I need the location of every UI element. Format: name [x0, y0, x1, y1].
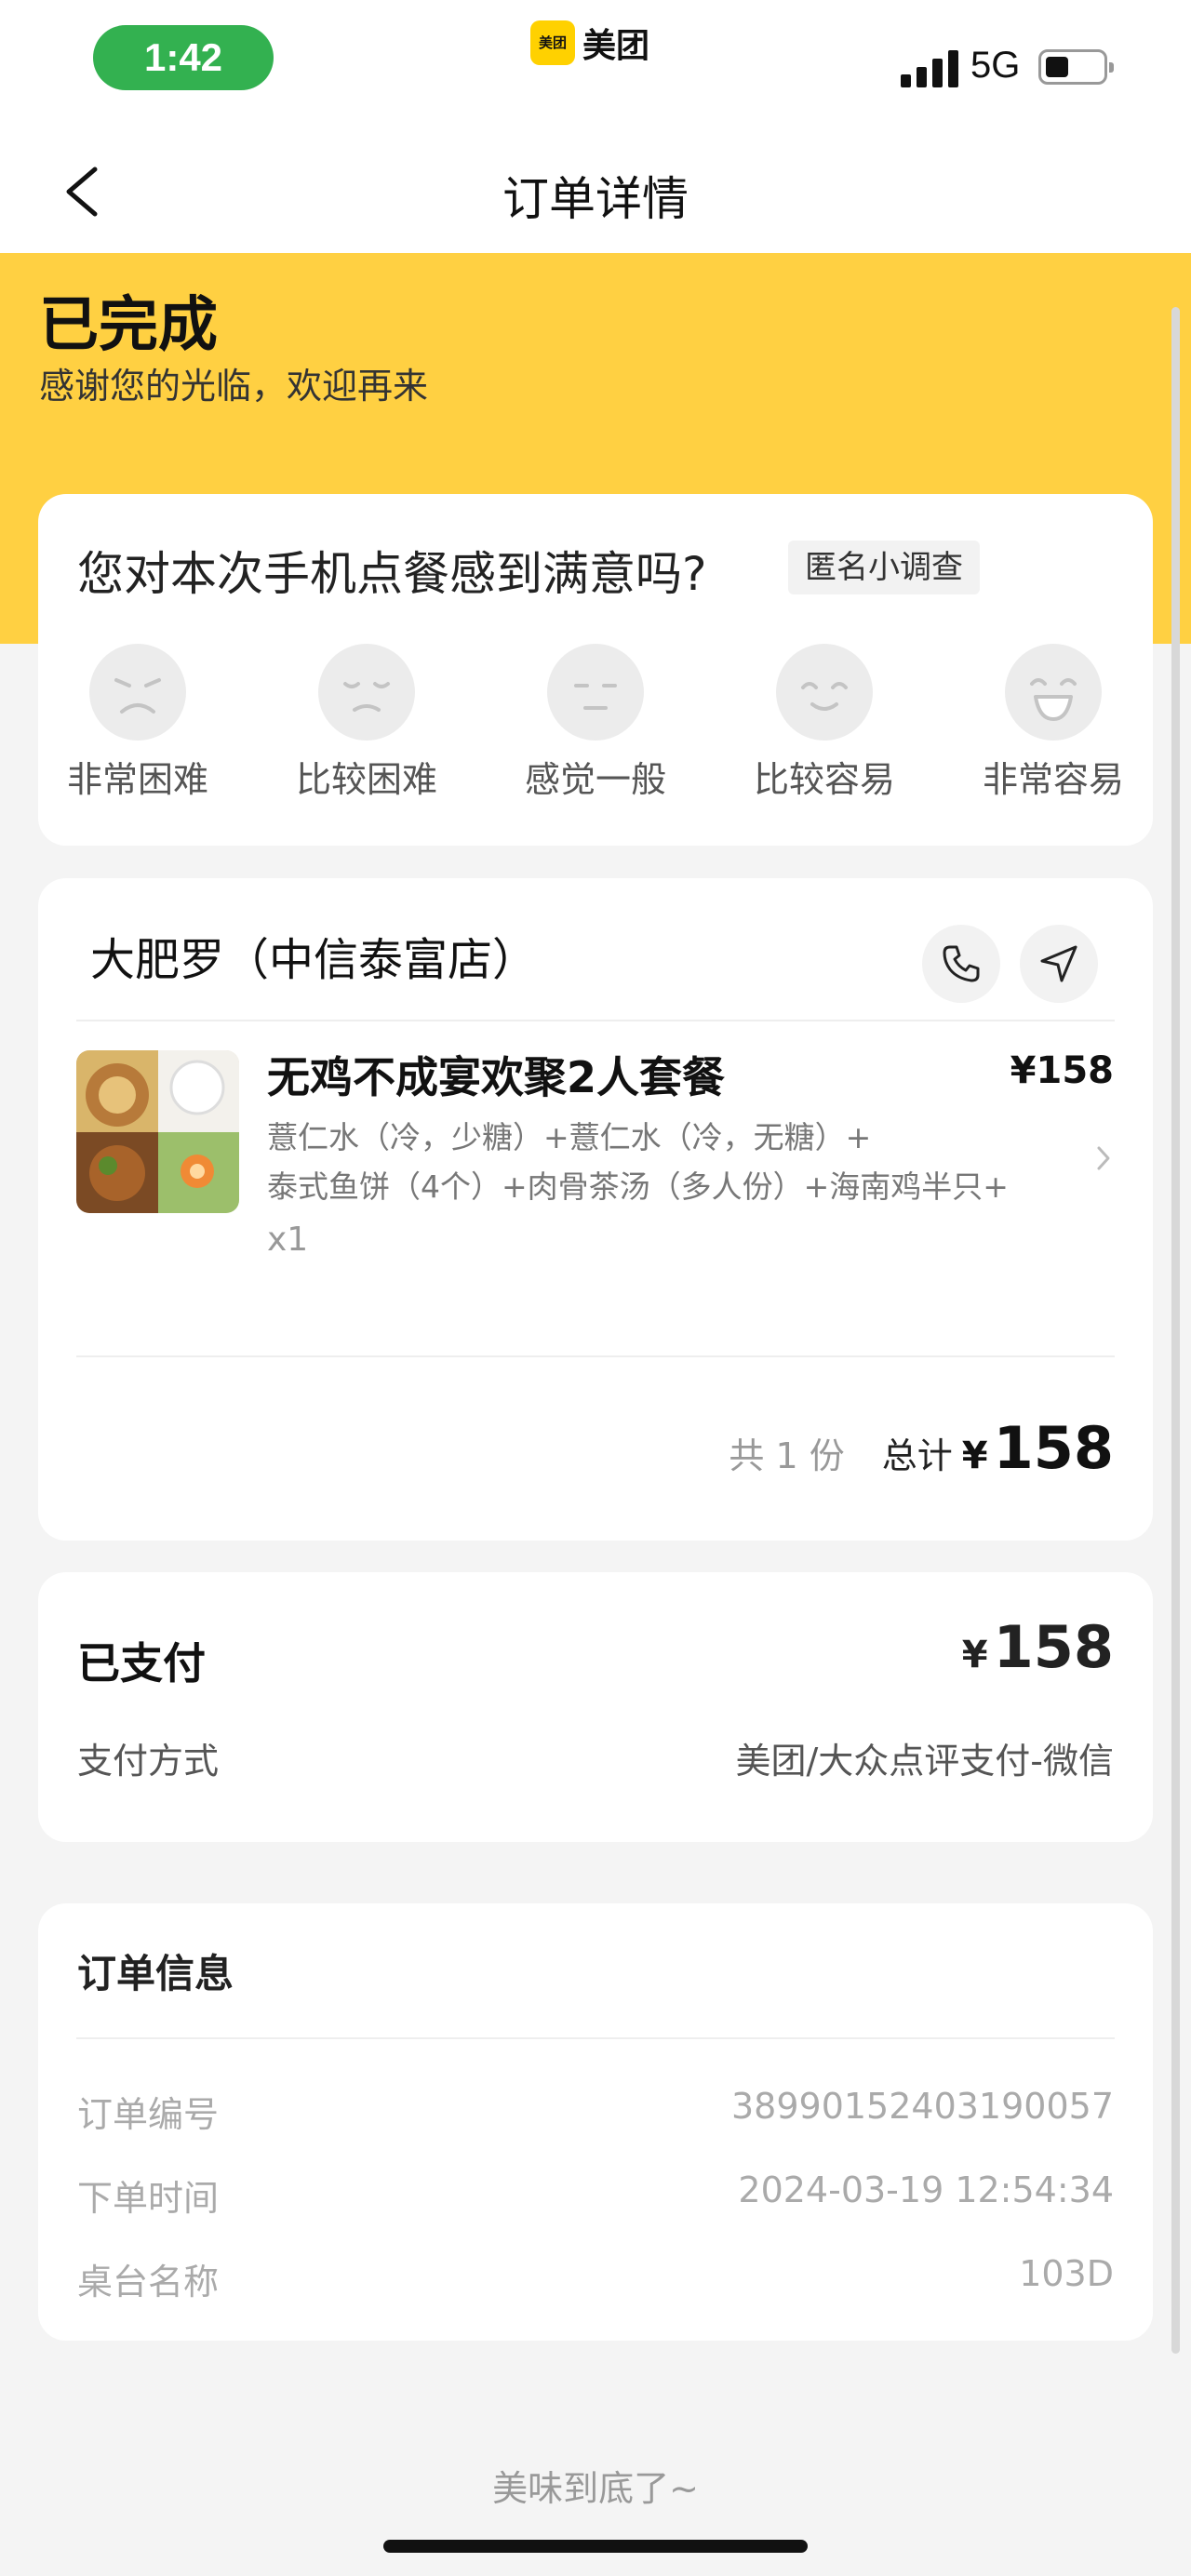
- dish-desc-line: 薏仁水（冷，少糖）+薏仁水（冷，无糖）+: [267, 1119, 872, 1155]
- status-time: 1:42: [93, 25, 274, 90]
- neutral-face-icon: [547, 644, 644, 741]
- app-badge: 美团 美团: [530, 20, 649, 65]
- status-bar: 1:42 美团 美团 5G: [0, 0, 1191, 130]
- total-amount: 158: [993, 1414, 1114, 1482]
- app-logo-icon: 美团: [530, 20, 575, 65]
- survey-tag: 匿名小调查: [788, 541, 980, 594]
- order-number-row: 订单编号 38990152403190057: [77, 2086, 1114, 2135]
- rating-options: 非常困难 比较困难 感觉一般 比较容易 非常容易: [38, 643, 1153, 802]
- navigate-button[interactable]: [1020, 925, 1098, 1003]
- laugh-face-icon: [1005, 644, 1102, 741]
- payment-status: 已支付: [77, 1638, 206, 1688]
- phone-icon: [943, 945, 980, 982]
- order-card: 大肥罗（中信泰富店） 无鸡不成宴欢聚2人套餐 ¥158 薏仁水（冷，少糖）+薏仁…: [38, 878, 1153, 1541]
- survey-card: 您对本次手机点餐感到满意吗? 匿名小调查 非常困难 比较困难 感觉一般 比较容易…: [38, 494, 1153, 846]
- item-detail-button[interactable]: [1095, 1144, 1112, 1176]
- table-name: 103D: [1019, 2253, 1114, 2294]
- rating-hard[interactable]: 比较困难: [288, 643, 446, 802]
- rating-label: 感觉一般: [524, 759, 666, 800]
- divider: [76, 1020, 1115, 1021]
- paid-amount-value: 158: [993, 1613, 1114, 1681]
- order-info-title: 订单信息: [77, 1951, 234, 1996]
- sad-face-icon: [318, 644, 415, 741]
- very-sad-face-icon: [89, 644, 186, 741]
- divider: [76, 1355, 1115, 1357]
- divider: [76, 2037, 1115, 2039]
- order-summary: 共 1 份 总计 ¥ 158: [729, 1414, 1114, 1482]
- navigation-arrow-icon: [1040, 945, 1077, 982]
- payment-method-label: 支付方式: [77, 1741, 220, 1782]
- network-type: 5G: [970, 45, 1021, 86]
- rating-very-hard[interactable]: 非常困难: [59, 643, 217, 802]
- item-count: 共 1 份: [729, 1435, 845, 1476]
- home-indicator[interactable]: [383, 2540, 808, 2553]
- info-label: 桌台名称: [77, 2262, 220, 2302]
- nav-bar: 订单详情: [0, 130, 1191, 253]
- rating-very-easy[interactable]: 非常容易: [974, 643, 1132, 802]
- rating-easy[interactable]: 比较容易: [745, 643, 903, 802]
- page-title: 订单详情: [502, 172, 689, 226]
- rating-label: 非常困难: [66, 759, 208, 800]
- chevron-right-icon: [1097, 1146, 1110, 1170]
- payment-method: 美团/大众点评支付-微信: [735, 1741, 1114, 1782]
- order-time-row: 下单时间 2024-03-19 12:54:34: [77, 2169, 1114, 2219]
- rating-label: 非常容易: [982, 759, 1124, 800]
- order-number[interactable]: 38990152403190057: [731, 2086, 1114, 2127]
- survey-question: 您对本次手机点餐感到满意吗?: [77, 547, 707, 601]
- smile-face-icon: [776, 644, 873, 741]
- dish-image[interactable]: [76, 1050, 239, 1213]
- dish-price: ¥158: [1010, 1049, 1114, 1092]
- currency-symbol: ¥: [961, 1435, 988, 1477]
- end-of-page-note: 美味到底了~: [492, 2468, 699, 2509]
- dish-description: 薏仁水（冷，少糖）+薏仁水（冷，无糖）+ 泰式鱼饼（4个）+肉骨茶汤（多人份）+…: [267, 1113, 1039, 1211]
- thanks-message: 感谢您的光临，欢迎再来: [39, 366, 429, 407]
- rating-neutral[interactable]: 感觉一般: [516, 643, 675, 802]
- store-name[interactable]: 大肥罗（中信泰富店）: [90, 923, 537, 988]
- rating-label: 比较容易: [753, 759, 895, 800]
- paid-amount: ¥ 158: [962, 1613, 1114, 1681]
- call-store-button[interactable]: [922, 925, 1000, 1003]
- info-label: 下单时间: [77, 2178, 220, 2219]
- dish-desc-line: 泰式鱼饼（4个）+肉骨茶汤（多人份）+海南鸡半只+: [267, 1168, 1009, 1205]
- table-name-row: 桌台名称 103D: [77, 2253, 1114, 2302]
- rating-label: 比较困难: [295, 759, 437, 800]
- order-status: 已完成: [39, 291, 218, 360]
- dish-name: 无鸡不成宴欢聚2人套餐: [267, 1052, 726, 1102]
- total-label: 总计: [881, 1435, 953, 1476]
- dish-quantity: x1: [267, 1221, 309, 1259]
- order-info-card: 订单信息 订单编号 38990152403190057 下单时间 2024-03…: [38, 1903, 1153, 2341]
- currency-symbol: ¥: [961, 1634, 988, 1676]
- battery-icon: [1038, 49, 1114, 85]
- order-time: 2024-03-19 12:54:34: [738, 2169, 1114, 2210]
- scrollbar[interactable]: [1171, 307, 1180, 2354]
- signal-icon: [901, 48, 960, 87]
- info-label: 订单编号: [77, 2094, 220, 2135]
- app-name: 美团: [582, 27, 650, 65]
- payment-card: 已支付 ¥ 158 支付方式 美团/大众点评支付-微信: [38, 1572, 1153, 1842]
